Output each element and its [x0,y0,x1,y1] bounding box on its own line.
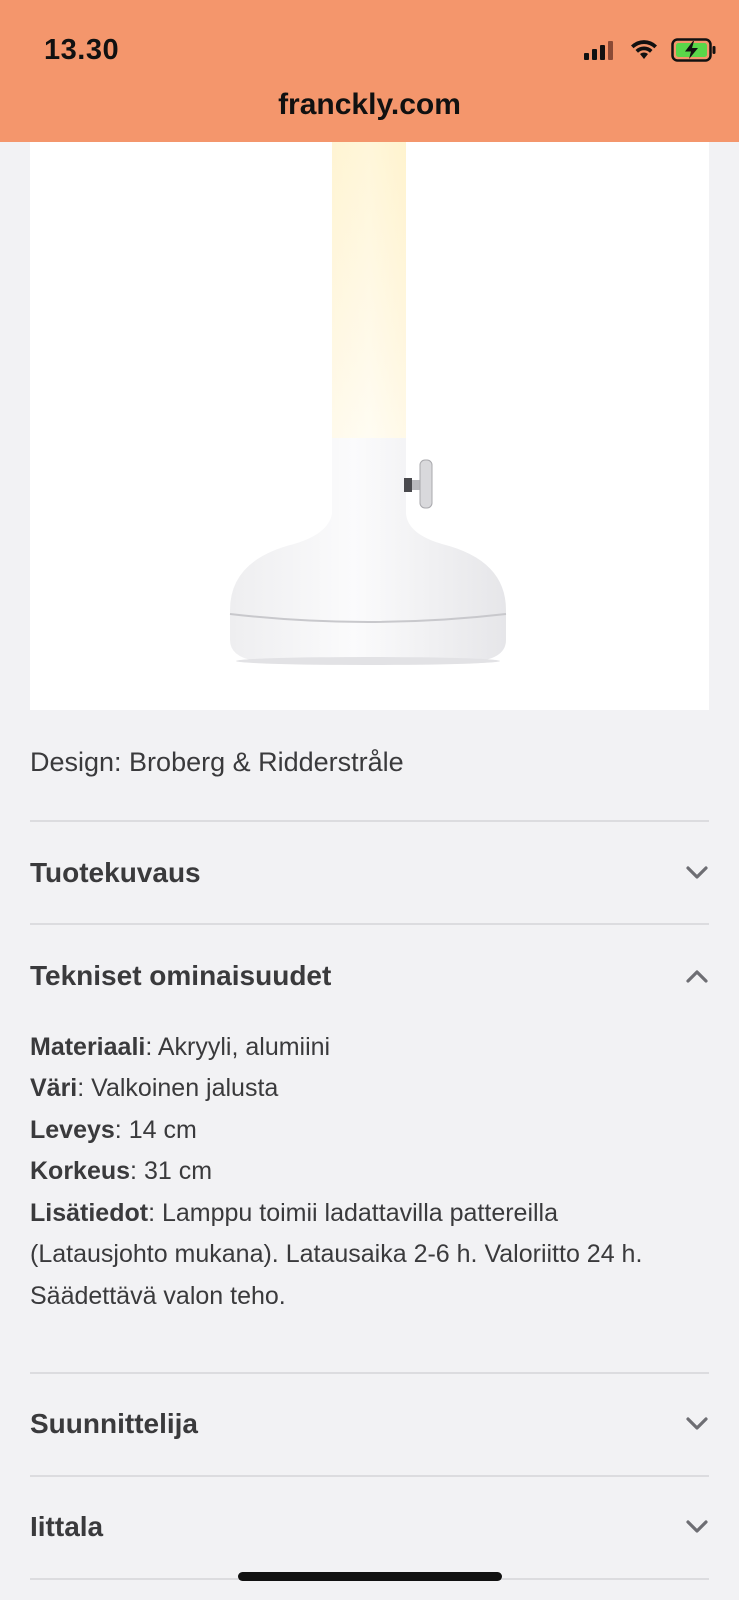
accordion-tuotekuvaus[interactable]: Tuotekuvaus [30,843,709,903]
spec-label: Materiaali [30,1033,146,1061]
status-time: 13.30 [44,34,120,66]
divider [30,1475,709,1477]
spec-value: : 31 cm [130,1157,213,1185]
accordion-title: Tekniset ominaisuudet [30,960,332,991]
spec-color: Väri: Valkoinen jalusta [30,1068,709,1110]
home-indicator[interactable] [238,1572,502,1581]
divider [30,820,709,822]
spec-value: : Lamppu toimii ladattavilla pattereilla [148,1199,559,1227]
signal-icon [583,39,617,66]
accordion-title: Suunnittelija [30,1408,198,1439]
spec-label: Väri [30,1074,78,1102]
accordion-suunnittelija[interactable]: Suunnittelija [30,1394,709,1454]
chevron-down-icon [685,1412,709,1436]
spec-width: Leveys: 14 cm [30,1110,709,1152]
status-icons [583,38,717,67]
chevron-down-icon [685,861,709,885]
spec-value: : Akryyli, alumiini [145,1033,331,1061]
spec-value: : Valkoinen jalusta [77,1074,279,1102]
chevron-up-icon [685,964,709,988]
spec-value: : 14 cm [114,1116,197,1144]
divider [30,923,709,925]
spec-label: Lisätiedot [30,1199,149,1227]
accordion-title: Tuotekuvaus [30,857,201,888]
spec-label: Leveys [30,1116,115,1144]
spec-extra-info-line3: Säädettävä valon teho. [30,1282,286,1310]
table-lamp-illustration [229,142,507,665]
product-image[interactable] [30,142,709,710]
browser-status-bar: 13.30 franckly.com [0,0,739,142]
battery-charging-icon [671,38,717,67]
accordion-title: Iittala [30,1511,104,1542]
wifi-icon [629,39,659,66]
spec-label: Korkeus [30,1157,131,1185]
chevron-down-icon [685,1515,709,1539]
spec-extra-info: Lisätiedot: Lamppu toimii ladattavilla p… [30,1193,709,1235]
designer-credit: Design: Broberg & Ridderstråle [30,747,404,777]
spec-material: Materiaali: Akryyli, alumiini [30,1027,709,1069]
accordion-tekniset-ominaisuudet[interactable]: Tekniset ominaisuudet [30,946,709,1006]
spec-height: Korkeus: 31 cm [30,1151,709,1193]
spec-extra-info-line2: (Latausjohto mukana). Latausaika 2-6 h. … [30,1240,643,1268]
accordion-iittala[interactable]: Iittala [30,1497,709,1557]
page-url[interactable]: franckly.com [0,88,739,122]
divider [30,1372,709,1374]
